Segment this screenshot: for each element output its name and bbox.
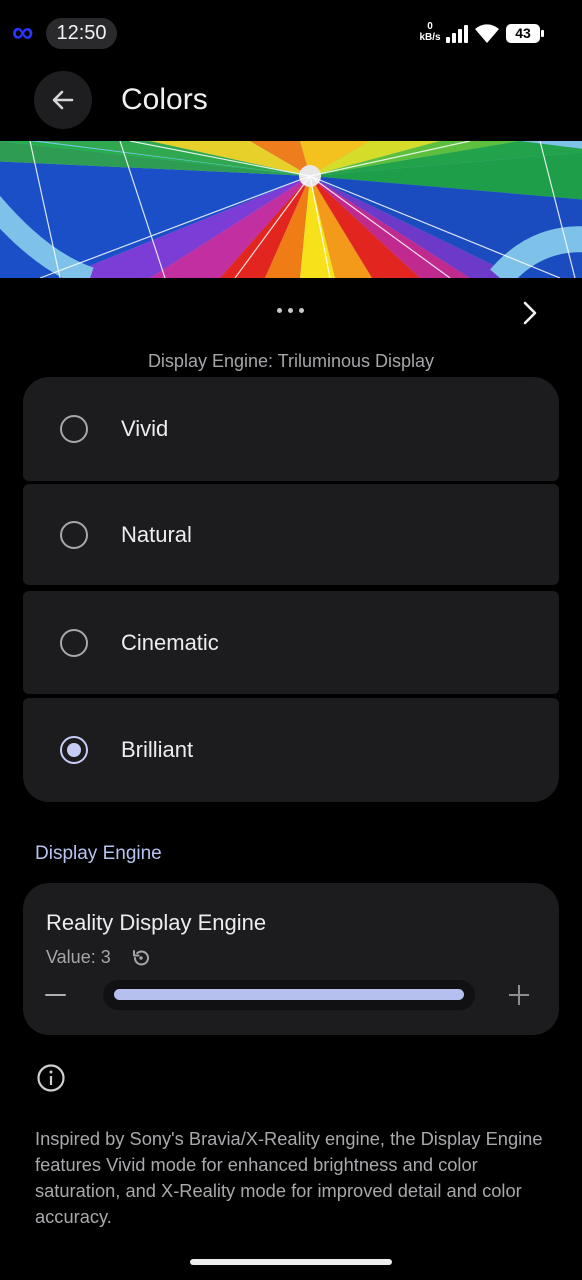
section-header-display-engine: Display Engine	[35, 843, 162, 864]
page-indicator-dots[interactable]	[275, 308, 307, 316]
color-mode-list: Vivid Natural Cinematic Brilliant	[23, 377, 559, 802]
option-vivid[interactable]: Vivid	[23, 377, 559, 481]
wifi-icon	[475, 24, 499, 43]
chevron-right-icon[interactable]	[516, 298, 544, 328]
option-label: Natural	[121, 521, 192, 547]
decrease-button[interactable]	[43, 983, 69, 1007]
battery-icon: 43	[506, 24, 546, 43]
reality-display-engine-card: Reality Display Engine Value: 3	[23, 883, 559, 1035]
increase-button[interactable]	[507, 983, 531, 1007]
slider-fill	[114, 989, 464, 1000]
colors-settings-screen: ∞ 12:50 0 kB/s 43 Colors Display Engine:…	[0, 0, 582, 1280]
battery-level: 43	[506, 24, 540, 43]
arrow-back-icon	[52, 90, 74, 110]
option-label: Vivid	[121, 416, 169, 441]
info-icon	[37, 1064, 65, 1092]
page-title: Colors	[121, 83, 208, 116]
status-bar: ∞ 12:50 0 kB/s 43	[0, 0, 582, 66]
display-engine-caption: Display Engine: Triluminous Display	[147, 351, 435, 371]
engine-slider[interactable]	[103, 980, 475, 1010]
cellular-signal-icon	[446, 25, 468, 43]
option-label: Brilliant	[121, 737, 194, 762]
reset-icon[interactable]	[130, 947, 152, 969]
setting-value: Value: 3	[46, 947, 111, 967]
setting-title: Reality Display Engine	[46, 910, 267, 935]
description-text: Inspired by Sony's Bravia/X-Reality engi…	[35, 1128, 543, 1227]
option-brilliant[interactable]: Brilliant	[23, 698, 559, 802]
radio-button[interactable]	[60, 415, 88, 443]
option-natural[interactable]: Natural	[23, 484, 559, 585]
option-cinematic[interactable]: Cinematic	[23, 591, 559, 694]
home-indicator[interactable]	[190, 1259, 392, 1265]
option-label: Cinematic	[121, 629, 219, 655]
network-speed-value: 0	[427, 21, 433, 32]
network-speed-unit: kB/s	[419, 32, 441, 43]
radio-button[interactable]	[60, 628, 88, 657]
radio-button-selected[interactable]	[60, 736, 88, 764]
infinity-icon: ∞	[12, 16, 34, 49]
status-time: 12:50	[46, 18, 117, 49]
radio-button[interactable]	[60, 520, 88, 549]
network-speed: 0 kB/s	[417, 21, 443, 43]
minus-icon	[45, 994, 66, 996]
back-button[interactable]	[34, 71, 92, 129]
color-preview-image	[0, 141, 582, 278]
